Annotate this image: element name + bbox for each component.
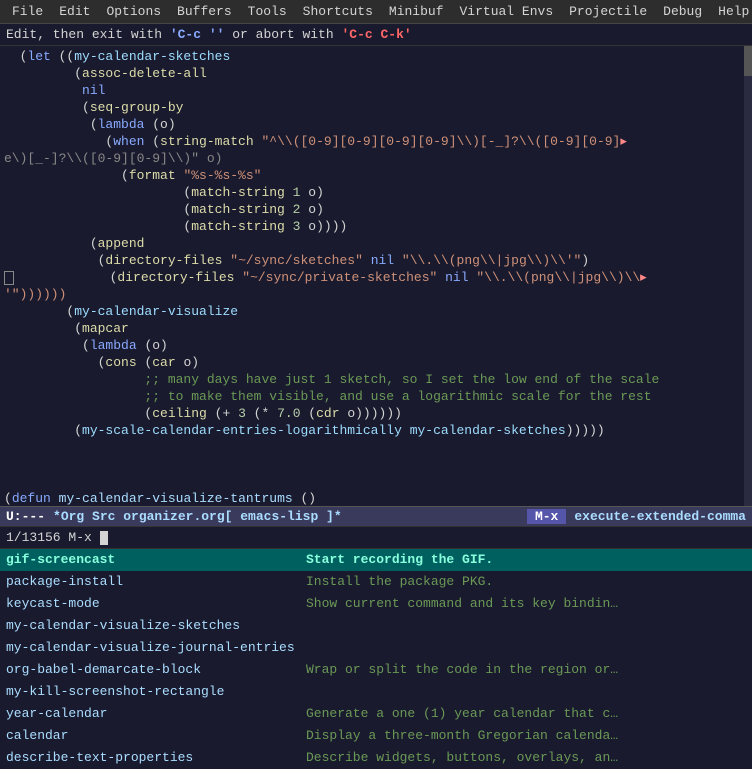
completion-row-2[interactable]: keycast-mode Show current command and it… [0,593,752,615]
code-line-13: (directory-files "~/sync/sketches" nil "… [0,252,752,269]
completion-row-0[interactable]: gif-screencast Start recording the GIF. [0,549,752,571]
code-line-12: (append [0,235,752,252]
code-line-19: (cons (car o) [0,354,752,371]
code-line-2: (assoc-delete-all [0,65,752,82]
completion-row-9[interactable]: describe-text-properties Describe widget… [0,747,752,769]
menu-options[interactable]: Options [98,2,169,21]
comp-name-9[interactable]: describe-text-properties [6,749,306,767]
header-message: Edit, then exit with 'C-c '' or abort wi… [0,24,752,46]
completion-row-1[interactable]: package-install Install the package PKG. [0,571,752,593]
completion-row-5[interactable]: org-babel-demarcate-block Wrap or split … [0,659,752,681]
comp-desc-4 [306,639,746,657]
comp-desc-3 [306,617,746,635]
menu-minibuf[interactable]: Minibuf [381,2,452,21]
comp-name-7[interactable]: year-calendar [6,705,306,723]
comp-desc-2: Show current command and its key bindin… [306,595,746,613]
comp-name-2[interactable]: keycast-mode [6,595,306,613]
comp-desc-9: Describe widgets, buttons, overlays, an… [306,749,746,767]
menu-edit[interactable]: Edit [51,2,98,21]
code-line-17: (mapcar [0,320,752,337]
menu-buffers[interactable]: Buffers [169,2,240,21]
code-line-22: (ceiling (+ 3 (* 7.0 (cdr o)))))) [0,405,752,422]
menu-debug[interactable]: Debug [655,2,710,21]
mode-line: U:--- *Org Src organizer.org[ emacs-lisp… [0,506,752,526]
comp-desc-5: Wrap or split the code in the region or… [306,661,746,679]
code-line-18: (lambda (o) [0,337,752,354]
header-key2: 'C-c C-k' [341,27,411,42]
code-line-3: nil [0,82,752,99]
menu-tools[interactable]: Tools [240,2,295,21]
code-line-7: e\)[_-]?\\([0-9][0-9]\\)" o) [0,150,752,167]
minibuf-prompt: 1/13156 M-x [6,530,100,545]
code-line-20: ;; many days have just 1 sketch, so I se… [0,371,752,388]
header-middle: or abort with [224,27,341,42]
comp-desc-7: Generate a one (1) year calendar that c… [306,705,746,723]
comp-desc-8: Display a three-month Gregorian calenda… [306,727,746,745]
menu-file[interactable]: File [4,2,51,21]
code-line-9: (match-string 1 o) [0,184,752,201]
comp-desc-0: Start recording the GIF. [306,551,746,569]
mode-status: U:--- [6,509,45,524]
code-line-8: (format "%s-%s-%s" [0,167,752,184]
completion-row-7[interactable]: year-calendar Generate a one (1) year ca… [0,703,752,725]
code-line-10: (match-string 2 o) [0,201,752,218]
comp-name-5[interactable]: org-babel-demarcate-block [6,661,306,679]
comp-name-3[interactable]: my-calendar-visualize-sketches [6,617,306,635]
comp-name-6[interactable]: my-kill-screenshot-rectangle [6,683,306,701]
code-line-14: (directory-files "~/sync/private-sketche… [0,269,752,286]
code-line-25: (defun my-calendar-visualize-tantrums () [0,490,752,506]
completion-list: gif-screencast Start recording the GIF. … [0,548,752,769]
mode-buffer-name: *Org Src organizer.org[ emacs-lisp ]* [53,509,342,524]
completion-row-6[interactable]: my-kill-screenshot-rectangle [0,681,752,703]
menu-bar: File Edit Options Buffers Tools Shortcut… [0,0,752,24]
menu-shortcuts[interactable]: Shortcuts [295,2,381,21]
code-line-24 [0,439,752,490]
scrollbar-track[interactable] [744,46,752,506]
minibuf-cursor [100,531,108,545]
comp-name-8[interactable]: calendar [6,727,306,745]
scrollbar-thumb[interactable] [744,46,752,76]
completion-row-4[interactable]: my-calendar-visualize-journal-entries [0,637,752,659]
mode-indicator: M-x [527,509,566,524]
mode-command: execute-extended-comma [574,509,746,524]
code-line-1: (let ((my-calendar-sketches [0,48,752,65]
minibuf: 1/13156 M-x [0,526,752,548]
code-line-11: (match-string 3 o)))) [0,218,752,235]
code-line-6: (when (string-match "^\\([0-9][0-9][0-9]… [0,133,752,150]
comp-name-1[interactable]: package-install [6,573,306,591]
completion-row-3[interactable]: my-calendar-visualize-sketches [0,615,752,637]
comp-name-0[interactable]: gif-screencast [6,551,306,569]
completion-row-8[interactable]: calendar Display a three-month Gregorian… [0,725,752,747]
code-line-16: (my-calendar-visualize [0,303,752,320]
menu-virtual-envs[interactable]: Virtual Envs [452,2,562,21]
header-prefix: Edit, then exit with [6,27,170,42]
header-key1: 'C-c '' [170,27,225,42]
code-line-21: ;; to make them visible, and use a logar… [0,388,752,405]
comp-desc-6 [306,683,746,701]
comp-desc-1: Install the package PKG. [306,573,746,591]
code-line-5: (lambda (o) [0,116,752,133]
code-line-15: '")))))) [0,286,752,303]
code-line-23: (my-scale-calendar-entries-logarithmical… [0,422,752,439]
menu-projectile[interactable]: Projectile [561,2,655,21]
comp-name-4[interactable]: my-calendar-visualize-journal-entries [6,639,306,657]
menu-help[interactable]: Help [710,2,752,21]
code-line-4: (seq-group-by [0,99,752,116]
code-editor: (let ((my-calendar-sketches (assoc-delet… [0,46,752,506]
